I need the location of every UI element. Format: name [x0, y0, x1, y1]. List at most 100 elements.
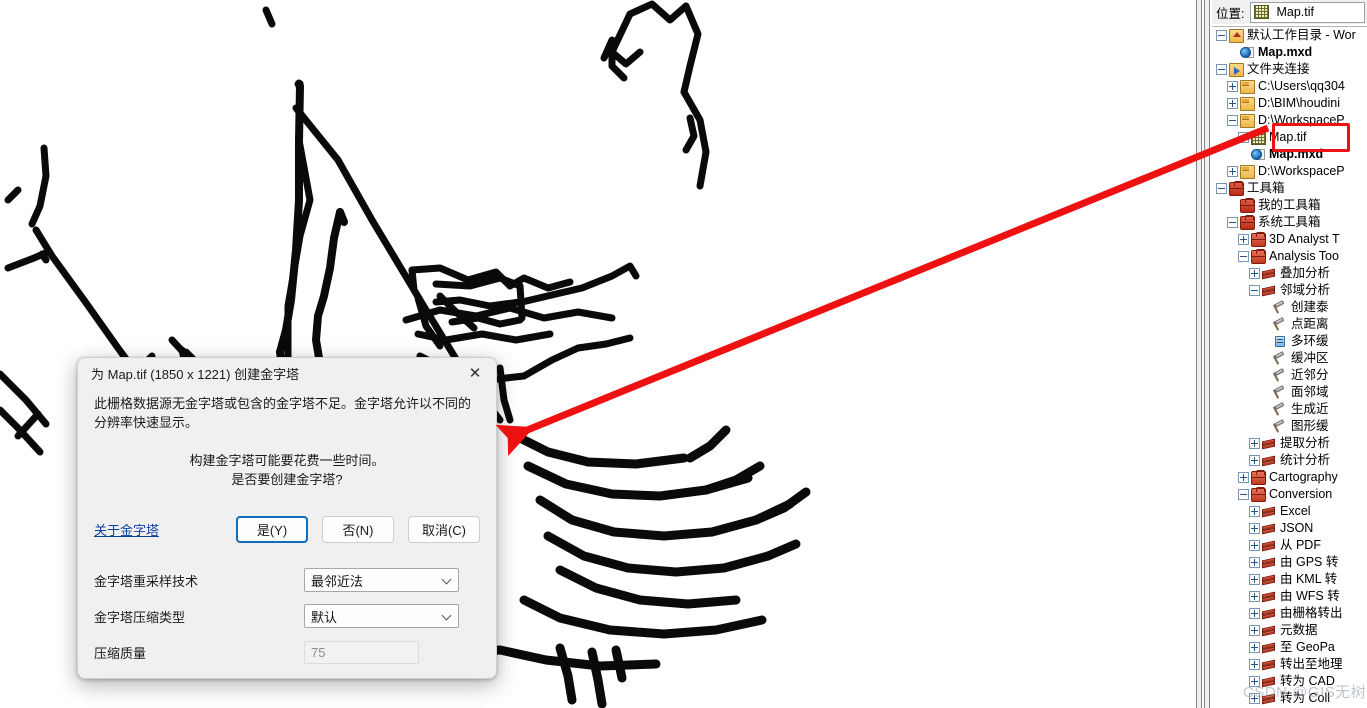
expand-icon[interactable] [1249, 625, 1260, 636]
tree-item[interactable]: Map.mxd [1212, 146, 1367, 163]
toolset-icon [1262, 284, 1277, 298]
expand-icon[interactable] [1227, 166, 1238, 177]
expand-icon[interactable] [1249, 591, 1260, 602]
toolset-icon [1262, 624, 1277, 638]
tree-item-label: 创建泰 [1291, 300, 1329, 314]
tree-item[interactable]: JSON [1212, 520, 1367, 537]
expand-icon[interactable] [1238, 234, 1249, 245]
quality-label: 压缩质量 [94, 645, 147, 661]
expand-icon[interactable] [1249, 676, 1260, 687]
quality-input[interactable]: 75 [304, 640, 419, 664]
tree-item[interactable]: Map.mxd [1212, 44, 1367, 61]
tree-item[interactable]: Cartography [1212, 469, 1367, 486]
tree-item[interactable]: 文件夹连接 [1212, 61, 1367, 78]
tree-item[interactable]: 从 PDF [1212, 537, 1367, 554]
tree-item[interactable]: 图形缓 [1212, 418, 1367, 435]
collapse-icon[interactable] [1227, 115, 1238, 126]
tree-item[interactable]: 转出至地理 [1212, 656, 1367, 673]
tree-item-label: 生成近 [1291, 402, 1329, 416]
tree-item[interactable]: C:\Users\qq304 [1212, 78, 1367, 95]
expand-icon[interactable] [1249, 608, 1260, 619]
catalog-tree[interactable]: 默认工作目录 - Wor Map.mxd 文件夹连接 C:\Users\qq304 D:… [1212, 26, 1367, 708]
location-combobox[interactable]: Map.tif [1250, 1, 1365, 23]
toolbox-sys-icon [1251, 486, 1266, 502]
chevron-down-icon [442, 574, 454, 586]
tree-item[interactable]: 由 KML 转 [1212, 571, 1367, 588]
expand-icon[interactable] [1249, 438, 1260, 449]
no-button[interactable]: 否(N) [322, 515, 394, 543]
dialog-action-row: 关于金字塔 是(Y) 否(N) 取消(C) [94, 515, 480, 543]
tree-item[interactable]: Analysis Too [1212, 248, 1367, 265]
tree-item[interactable]: 系统工具箱 [1212, 214, 1367, 231]
tree-item[interactable]: 转为 CAD [1212, 673, 1367, 690]
collapse-icon[interactable] [1238, 251, 1249, 262]
panel-splitter-left[interactable] [1196, 0, 1202, 708]
tree-item[interactable]: 点距离 [1212, 316, 1367, 333]
tree-item[interactable]: 工具箱 [1212, 180, 1367, 197]
expand-icon[interactable] [1227, 98, 1238, 109]
tree-item[interactable]: 创建泰 [1212, 299, 1367, 316]
tree-item[interactable]: 提取分析 [1212, 435, 1367, 452]
collapse-icon[interactable] [1216, 64, 1227, 75]
tree-item[interactable]: 转为 Coll [1212, 690, 1367, 707]
compression-row: 金字塔压缩类型 默认 [94, 603, 480, 629]
yes-button[interactable]: 是(Y) [236, 515, 308, 543]
resample-select[interactable]: 最邻近法 [304, 568, 459, 592]
panel-splitter-right[interactable] [1204, 0, 1210, 708]
tree-item[interactable]: Excel [1212, 503, 1367, 520]
expand-icon[interactable] [1238, 132, 1249, 143]
tree-item[interactable]: 缓冲区 [1212, 350, 1367, 367]
close-icon[interactable]: ✕ [454, 358, 496, 388]
tree-item[interactable]: 统计分析 [1212, 452, 1367, 469]
tree-item[interactable]: D:\WorkspaceP [1212, 163, 1367, 180]
tree-item[interactable]: 叠加分析 [1212, 265, 1367, 282]
toolset-icon [1262, 658, 1277, 672]
tree-item[interactable]: 我的工具箱 [1212, 197, 1367, 214]
tree-item[interactable]: 邻域分析 [1212, 282, 1367, 299]
tree-item[interactable]: 至 GeoPa [1212, 639, 1367, 656]
toolset-icon [1262, 522, 1277, 536]
expand-icon[interactable] [1249, 506, 1260, 517]
tree-item[interactable]: 由 GPS 转 [1212, 554, 1367, 571]
tree-item[interactable]: 面邻域 [1212, 384, 1367, 401]
dialog-description: 此栅格数据源无金字塔或包含的金字塔不足。金字塔允许以不同的分辨率快速显示。 [94, 396, 472, 430]
expand-icon[interactable] [1249, 540, 1260, 551]
tree-item[interactable]: Map.tif [1212, 129, 1367, 146]
tree-item[interactable]: 默认工作目录 - Wor [1212, 27, 1367, 44]
tree-item[interactable]: 由 WFS 转 [1212, 588, 1367, 605]
tree-item-label: 统计分析 [1280, 453, 1331, 467]
tree-item-label: 转出至地理 [1280, 657, 1343, 671]
expand-icon[interactable] [1249, 693, 1260, 704]
tree-item[interactable]: Conversion [1212, 486, 1367, 503]
tree-item[interactable]: 由栅格转出 [1212, 605, 1367, 622]
collapse-icon[interactable] [1216, 183, 1227, 194]
collapse-icon[interactable] [1238, 489, 1249, 500]
tree-item[interactable]: 3D Analyst T [1212, 231, 1367, 248]
expand-icon[interactable] [1238, 472, 1249, 483]
tree-item[interactable]: D:\WorkspaceP [1212, 112, 1367, 129]
expand-icon[interactable] [1249, 268, 1260, 279]
tree-item[interactable]: 多环缓 [1212, 333, 1367, 350]
expand-icon[interactable] [1249, 642, 1260, 653]
cancel-button[interactable]: 取消(C) [408, 515, 480, 543]
collapse-icon[interactable] [1227, 217, 1238, 228]
tool-icon [1273, 369, 1288, 383]
expand-icon[interactable] [1249, 557, 1260, 568]
tree-item[interactable]: 元数据 [1212, 622, 1367, 639]
expand-icon[interactable] [1249, 659, 1260, 670]
collapse-icon[interactable] [1216, 30, 1227, 41]
toolbox-sys-icon [1251, 231, 1266, 247]
about-pyramids-link[interactable]: 关于金字塔 [94, 520, 159, 539]
tree-item[interactable]: 近邻分 [1212, 367, 1367, 384]
expand-icon[interactable] [1249, 574, 1260, 585]
expand-icon[interactable] [1249, 455, 1260, 466]
compression-select[interactable]: 默认 [304, 604, 459, 628]
expand-icon[interactable] [1249, 523, 1260, 534]
expand-icon[interactable] [1227, 81, 1238, 92]
tree-item[interactable]: 生成近 [1212, 401, 1367, 418]
tree-item-label: C:\Users\qq304 [1258, 79, 1345, 93]
collapse-icon[interactable] [1249, 285, 1260, 296]
tree-item[interactable]: D:\BIM\houdini [1212, 95, 1367, 112]
